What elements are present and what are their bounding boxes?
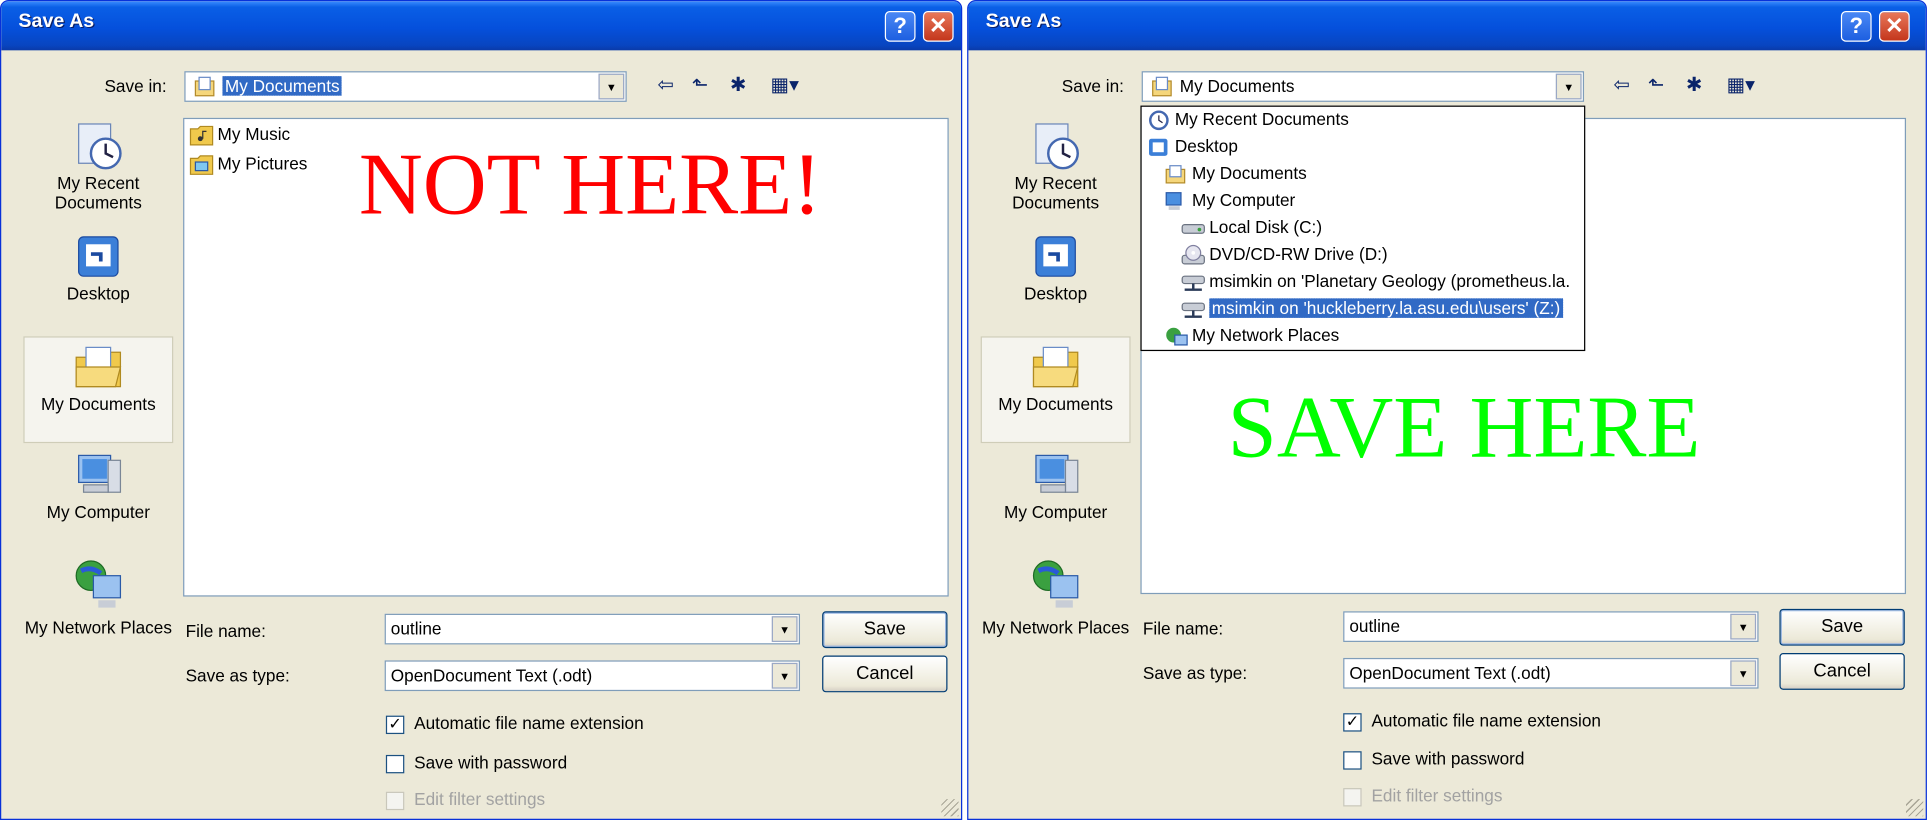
folder-open-icon xyxy=(75,346,122,388)
save-as-type-label: Save as type: xyxy=(1142,662,1248,683)
desktop-icon xyxy=(1035,236,1076,277)
file-name-input[interactable]: outline ▼ xyxy=(384,613,801,645)
dropdown-item-network-drive-prometheus[interactable]: msimkin on 'Planetary Geology (prometheu… xyxy=(1181,269,1570,296)
file-list[interactable]: My Music My Pictures NOT HERE! xyxy=(183,117,949,597)
help-button[interactable]: ? xyxy=(1840,11,1872,42)
recent-documents-icon xyxy=(1149,110,1169,131)
save-as-type-label: Save as type: xyxy=(185,665,290,685)
view-menu-icon[interactable]: ▦▾ xyxy=(1727,72,1755,97)
save-in-label: Save in: xyxy=(104,76,167,96)
dialog-title: Save As xyxy=(985,11,1062,32)
place-desktop[interactable]: Desktop xyxy=(981,232,1131,318)
dropdown-item-recent-documents[interactable]: My Recent Documents xyxy=(1147,107,1349,134)
edit-filter-settings-checkbox: Edit filter settings xyxy=(1343,786,1502,807)
save-in-combo[interactable]: My Documents ▼ xyxy=(184,71,627,102)
resize-grip[interactable] xyxy=(1906,799,1924,817)
dvd-drive-icon xyxy=(1181,245,1205,265)
desktop-icon xyxy=(1149,139,1168,157)
annotation-save-here: SAVE HERE xyxy=(1227,378,1701,477)
chevron-down-icon[interactable]: ▼ xyxy=(771,662,798,689)
dropdown-item-my-computer[interactable]: My Computer xyxy=(1164,188,1295,215)
back-icon[interactable]: ⇦ xyxy=(1614,72,1630,97)
dropdown-item-my-network-places[interactable]: My Network Places xyxy=(1164,323,1339,350)
place-my-documents[interactable]: My Documents xyxy=(23,336,174,444)
annotation-not-here: NOT HERE! xyxy=(358,135,822,234)
auto-extension-checkbox[interactable]: ✓ Automatic file name extension xyxy=(1343,711,1601,732)
save-as-type-select[interactable]: OpenDocument Text (.odt) ▼ xyxy=(384,660,801,692)
up-folder-icon[interactable]: ⬑ xyxy=(1648,72,1664,97)
dropdown-item-network-drive-huckleberry[interactable]: msimkin on 'huckleberry.la.asu.edu\users… xyxy=(1181,296,1564,323)
place-my-network-places[interactable]: My Network Places xyxy=(981,556,1131,666)
desktop-icon xyxy=(78,236,119,277)
my-computer-icon xyxy=(78,454,122,493)
my-computer-icon xyxy=(1165,192,1182,211)
edit-filter-settings-checkbox: Edit filter settings xyxy=(385,789,545,810)
network-places-icon xyxy=(1166,328,1188,346)
dropdown-item-desktop[interactable]: Desktop xyxy=(1147,134,1238,161)
save-with-password-checkbox[interactable]: Save with password xyxy=(385,752,567,774)
title-bar[interactable]: Save As ? ✕ xyxy=(1,1,961,51)
dropdown-item-dvd-drive[interactable]: DVD/CD-RW Drive (D:) xyxy=(1181,242,1388,269)
my-computer-icon xyxy=(1035,454,1079,493)
view-menu-icon[interactable]: ▦▾ xyxy=(771,72,799,97)
cancel-button[interactable]: Cancel xyxy=(822,655,948,693)
file-name-input[interactable]: outline ▼ xyxy=(1343,611,1759,642)
recent-documents-icon xyxy=(78,123,122,170)
local-disk-icon xyxy=(1181,224,1205,235)
save-in-label: Save in: xyxy=(1061,76,1124,96)
new-folder-icon[interactable]: ✱ xyxy=(730,72,746,97)
dropdown-item-my-documents[interactable]: My Documents xyxy=(1164,161,1307,188)
network-drive-icon xyxy=(1181,302,1205,319)
my-documents-icon xyxy=(1165,165,1186,184)
resize-grip[interactable] xyxy=(941,799,959,817)
save-as-type-select[interactable]: OpenDocument Text (.odt) ▼ xyxy=(1343,657,1759,689)
checkmark-icon[interactable]: ✓ xyxy=(1343,713,1362,732)
my-documents-icon xyxy=(194,76,215,97)
dialog-title: Save As xyxy=(18,11,95,32)
file-name-label: File name: xyxy=(1142,618,1224,639)
place-my-computer[interactable]: My Computer xyxy=(23,450,173,536)
save-in-value: My Documents xyxy=(221,74,344,97)
list-item[interactable]: My Music xyxy=(189,124,290,146)
network-places-icon xyxy=(1032,560,1079,608)
back-icon[interactable]: ⇦ xyxy=(657,72,673,97)
network-places-icon xyxy=(75,560,122,608)
close-button[interactable]: ✕ xyxy=(1878,11,1910,42)
place-my-documents[interactable]: My Documents xyxy=(980,336,1131,444)
place-my-computer[interactable]: My Computer xyxy=(981,450,1131,536)
save-in-value: My Documents xyxy=(1179,76,1295,96)
new-folder-icon[interactable]: ✱ xyxy=(1686,72,1702,97)
save-in-dropdown-list[interactable]: My Recent Documents Desktop My Documents… xyxy=(1140,105,1586,352)
network-drive-icon xyxy=(1181,275,1205,292)
chevron-down-icon[interactable]: ▼ xyxy=(771,616,798,642)
chevron-down-icon[interactable]: ▼ xyxy=(598,73,625,100)
list-item[interactable]: My Pictures xyxy=(189,153,307,176)
save-button[interactable]: Save xyxy=(822,611,948,649)
place-desktop[interactable]: Desktop xyxy=(23,232,173,318)
save-button[interactable]: Save xyxy=(1779,608,1905,646)
file-name-label: File name: xyxy=(185,621,266,641)
cancel-button[interactable]: Cancel xyxy=(1779,653,1905,690)
auto-extension-checkbox[interactable]: ✓ Automatic file name extension xyxy=(385,713,644,734)
save-as-dialog-left: Save As ? ✕ Save in: My Documents ▼ ⇦ ⬑ … xyxy=(0,0,963,820)
save-with-password-checkbox[interactable]: Save with password xyxy=(1343,749,1524,770)
music-folder-icon xyxy=(189,126,214,146)
place-my-network-places[interactable]: My Network Places xyxy=(23,556,173,666)
up-folder-icon[interactable]: ⬑ xyxy=(692,72,708,97)
help-button[interactable]: ? xyxy=(884,11,916,42)
chevron-down-icon[interactable]: ▼ xyxy=(1555,73,1582,100)
chevron-down-icon[interactable]: ▼ xyxy=(1730,613,1757,640)
dropdown-item-local-disk[interactable]: Local Disk (C:) xyxy=(1181,215,1322,242)
checkmark-icon[interactable]: ✓ xyxy=(385,715,405,734)
recent-documents-icon xyxy=(1035,123,1079,170)
folder-open-icon xyxy=(1032,346,1079,388)
close-button[interactable]: ✕ xyxy=(922,11,954,42)
my-documents-icon xyxy=(1152,76,1172,97)
place-my-recent-documents[interactable]: My Recent Documents xyxy=(23,119,173,225)
place-my-recent-documents[interactable]: My Recent Documents xyxy=(981,119,1131,225)
pictures-folder-icon xyxy=(189,155,214,176)
save-in-combo[interactable]: My Documents ▼ xyxy=(1141,71,1585,102)
chevron-down-icon[interactable]: ▼ xyxy=(1730,660,1757,687)
title-bar[interactable]: Save As ? ✕ xyxy=(968,1,1926,51)
